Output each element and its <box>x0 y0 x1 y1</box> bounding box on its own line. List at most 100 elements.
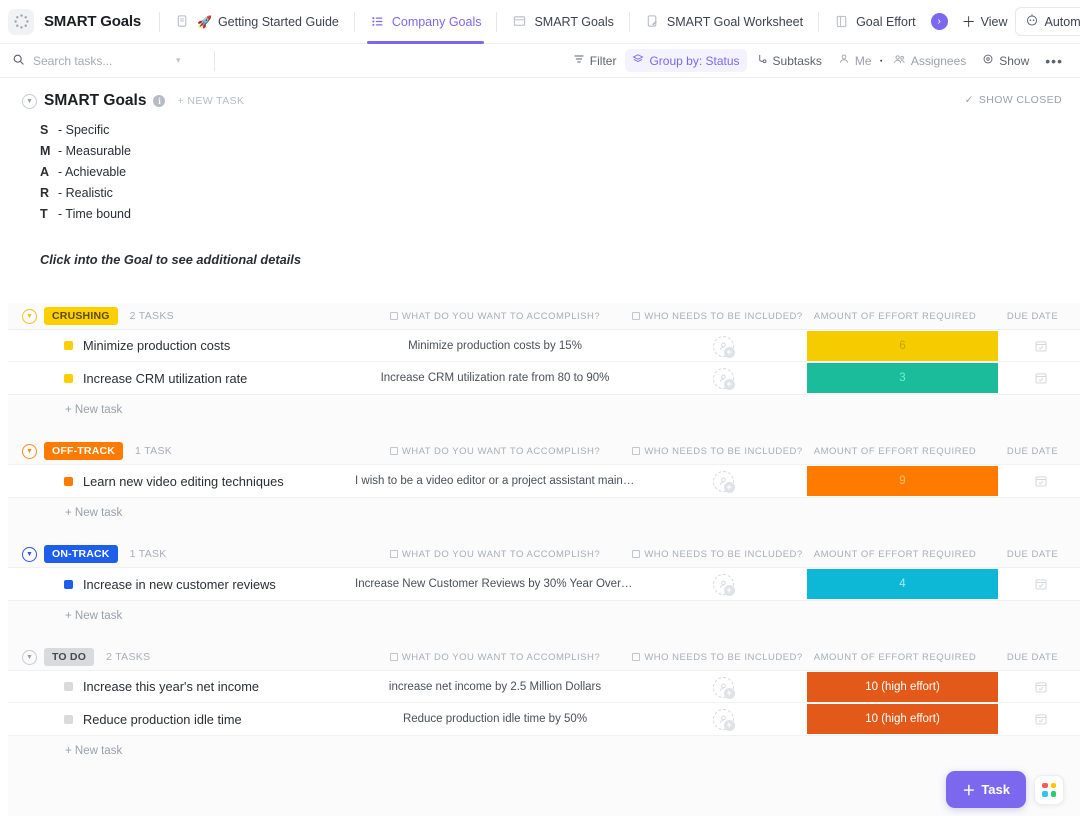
show-closed-toggle[interactable]: ✓ SHOW CLOSED <box>965 94 1062 106</box>
show-button[interactable]: Show <box>975 49 1036 72</box>
table-row[interactable]: Increase this year's net income increase… <box>8 671 1080 703</box>
new-task-fab[interactable]: ＋ Task <box>946 771 1026 808</box>
add-assignee-icon[interactable]: + <box>713 368 734 389</box>
me-filter-button[interactable]: Me <box>831 49 879 72</box>
group-by-button[interactable]: Group by: Status <box>625 49 746 72</box>
add-assignee-icon[interactable]: + <box>713 336 734 357</box>
assignees-button[interactable]: Assignees <box>886 49 973 73</box>
status-badge[interactable]: TO DO <box>44 648 94 666</box>
subtasks-button[interactable]: Subtasks <box>749 49 829 72</box>
add-task-row[interactable]: + New task <box>0 601 1080 622</box>
accomplish-cell[interactable]: Minimize production costs by 15% <box>355 330 635 362</box>
effort-cell[interactable]: 3 <box>807 363 998 393</box>
tab-smart-goals[interactable]: SMART Goals <box>503 0 622 44</box>
effort-cell[interactable]: 6 <box>807 331 998 361</box>
group-collapse-icon[interactable]: ▼ <box>22 650 37 665</box>
accomplish-cell[interactable]: increase net income by 2.5 Million Dolla… <box>355 671 635 703</box>
status-square-icon[interactable] <box>64 477 73 486</box>
effort-cell[interactable]: 4 <box>807 569 998 599</box>
assignee-cell[interactable]: + <box>628 703 818 735</box>
tab-smart-goal-worksheet[interactable]: SMART Goal Worksheet <box>636 0 812 44</box>
table-row[interactable]: Learn new video editing techniques I wis… <box>8 465 1080 497</box>
smart-text: - Specific <box>58 120 109 141</box>
list-item: T - Time bound <box>40 204 1080 225</box>
effort-cell[interactable]: 9 <box>807 466 998 496</box>
tab-company-goals[interactable]: Company Goals <box>361 0 491 44</box>
due-date-cell[interactable] <box>993 671 1080 703</box>
accomplish-cell[interactable]: Increase New Customer Reviews by 30% Yea… <box>355 568 635 600</box>
list-item: S - Specific <box>40 120 1080 141</box>
accomplish-cell[interactable]: Increase CRM utilization rate from 80 to… <box>355 362 635 394</box>
table-row[interactable]: Minimize production costs Minimize produ… <box>8 330 1080 362</box>
task-name-cell[interactable]: Increase CRM utilization rate <box>8 371 363 386</box>
status-square-icon[interactable] <box>64 580 73 589</box>
due-date-cell[interactable] <box>993 362 1080 394</box>
status-square-icon[interactable] <box>64 682 73 691</box>
status-square-icon[interactable] <box>64 715 73 724</box>
task-title: Learn new video editing techniques <box>83 474 284 489</box>
assignee-cell[interactable]: + <box>628 362 818 394</box>
group-rows: Increase in new customer reviews Increas… <box>8 567 1080 601</box>
accomplish-cell[interactable]: Reduce production idle time by 50% <box>355 703 635 735</box>
status-square-icon[interactable] <box>64 341 73 350</box>
info-icon[interactable]: i <box>153 95 165 107</box>
add-assignee-icon[interactable]: + <box>713 709 734 730</box>
task-name-cell[interactable]: Minimize production costs <box>8 338 363 353</box>
add-task-row[interactable]: + New task <box>0 736 1080 757</box>
list-item: A - Achievable <box>40 162 1080 183</box>
filter-icon <box>573 53 585 68</box>
filter-button[interactable]: Filter <box>566 49 624 72</box>
due-date-cell[interactable] <box>993 568 1080 600</box>
automate-button[interactable]: Automate ▾ <box>1015 7 1080 36</box>
group-collapse-icon[interactable]: ▼ <box>22 444 37 459</box>
table-row[interactable]: Increase in new customer reviews Increas… <box>8 568 1080 600</box>
column-header-due: DUE DATE <box>985 311 1080 322</box>
tab-goal-effort[interactable]: Goal Effort <box>825 0 925 44</box>
task-groups: ▼ CRUSHING 2 TASKS WHAT DO YOU WANT TO A… <box>0 303 1080 779</box>
add-view-button[interactable]: ＋ View <box>954 10 1016 34</box>
due-date-cell[interactable] <box>993 465 1080 497</box>
add-assignee-icon[interactable]: + <box>713 677 734 698</box>
more-options-button[interactable]: ••• <box>1038 52 1070 70</box>
group-collapse-icon[interactable]: ▼ <box>22 309 37 324</box>
task-name-cell[interactable]: Learn new video editing techniques <box>8 474 363 489</box>
accomplish-cell[interactable]: I wish to be a video editor or a project… <box>355 465 635 497</box>
eye-icon <box>982 53 994 68</box>
apps-grid-icon[interactable] <box>1034 775 1064 805</box>
effort-cell[interactable]: 10 (high effort) <box>807 672 998 702</box>
chevron-down-icon[interactable]: ▾ <box>176 55 181 66</box>
assignee-cell[interactable]: + <box>628 330 818 362</box>
tab-label: SMART Goals <box>534 15 613 29</box>
status-square-icon[interactable] <box>64 374 73 383</box>
table-row[interactable]: Reduce production idle time Reduce produ… <box>8 703 1080 735</box>
search-box[interactable]: ▾ <box>12 48 208 74</box>
status-badge[interactable]: CRUSHING <box>44 307 118 325</box>
list-item: R - Realistic <box>40 183 1080 204</box>
add-assignee-icon[interactable]: + <box>713 471 734 492</box>
smart-letter: A <box>40 162 55 183</box>
due-date-cell[interactable] <box>993 703 1080 735</box>
add-assignee-icon[interactable]: + <box>713 574 734 595</box>
assignee-cell[interactable]: + <box>628 568 818 600</box>
chevron-right-circle-icon[interactable]: › <box>931 13 948 30</box>
tab-getting-started-guide[interactable]: 🚀 Getting Started Guide <box>166 0 348 44</box>
due-date-cell[interactable] <box>993 330 1080 362</box>
table-row[interactable]: Increase CRM utilization rate Increase C… <box>8 362 1080 394</box>
assignee-cell[interactable]: + <box>628 671 818 703</box>
smart-text: - Measurable <box>58 141 131 162</box>
task-name-cell[interactable]: Increase this year's net income <box>8 679 363 694</box>
add-task-row[interactable]: + New task <box>0 395 1080 416</box>
task-name-cell[interactable]: Increase in new customer reviews <box>8 577 363 592</box>
status-badge[interactable]: ON-TRACK <box>44 545 118 563</box>
assignee-cell[interactable]: + <box>628 465 818 497</box>
search-input[interactable] <box>33 54 168 68</box>
new-task-link[interactable]: + NEW TASK <box>177 95 244 107</box>
effort-cell[interactable]: 10 (high effort) <box>807 704 998 734</box>
status-badge[interactable]: OFF-TRACK <box>44 442 123 460</box>
task-name-cell[interactable]: Reduce production idle time <box>8 712 363 727</box>
add-task-row[interactable]: + New task <box>0 498 1080 519</box>
group-collapse-icon[interactable]: ▼ <box>22 547 37 562</box>
column-label: WHAT DO YOU WANT TO ACCOMPLISH? <box>402 549 600 560</box>
dotted-circle-logo[interactable] <box>8 9 34 35</box>
chevron-down-circle-icon[interactable]: ▼ <box>22 94 37 109</box>
